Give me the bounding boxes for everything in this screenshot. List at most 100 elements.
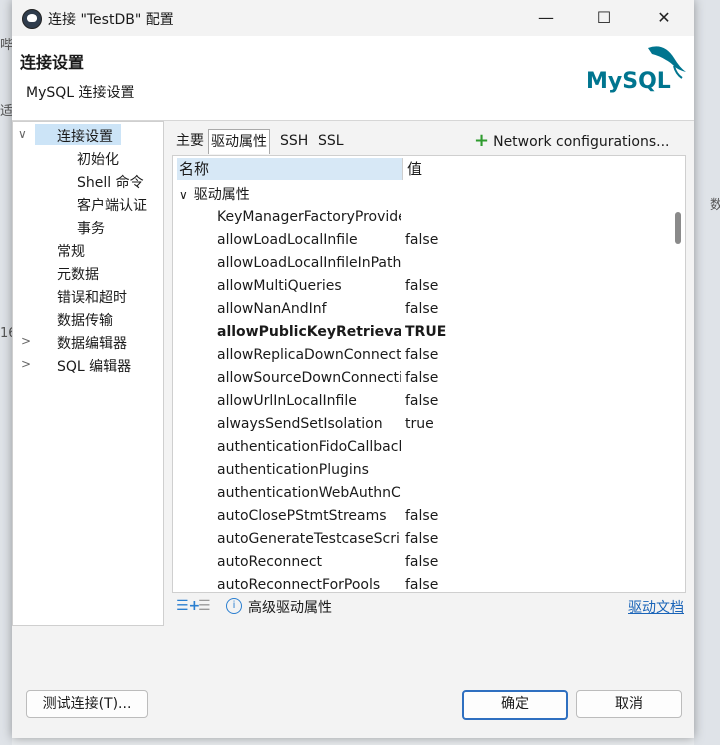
tab-ssl[interactable]: SSL	[316, 129, 346, 153]
background-fragment-4: 数	[710, 198, 720, 213]
test-connection-button[interactable]: 测试连接(T)...	[26, 690, 148, 718]
plus-icon: +	[474, 130, 490, 151]
page-title: 连接设置	[20, 53, 85, 72]
property-group[interactable]: ∨ 驱动属性	[179, 184, 250, 206]
page-header: 连接设置 MySQL 连接设置 MySQL	[12, 36, 694, 121]
property-value[interactable]: false	[405, 229, 438, 252]
tree-item-metadata[interactable]: 元数据	[57, 264, 99, 284]
property-value[interactable]: false	[405, 574, 438, 592]
table-row[interactable]: allowSourceDownConnectionsfalse	[173, 367, 663, 390]
property-name: allowSourceDownConnections	[217, 370, 401, 386]
window-title: 连接 "TestDB" 配置	[48, 12, 174, 28]
network-configurations-button[interactable]: + Network configurations...	[474, 129, 670, 153]
property-value[interactable]: false	[405, 551, 438, 574]
tree-item-sql-editor[interactable]: SQL 编辑器	[57, 356, 131, 376]
dbeaver-app-icon	[22, 9, 42, 29]
tree-item-transactions[interactable]: 事务	[77, 218, 105, 238]
property-name: authenticationPlugins	[217, 462, 369, 478]
property-value[interactable]: false	[405, 298, 438, 321]
minimize-button[interactable]: —	[526, 4, 566, 32]
tree-item-client-auth[interactable]: 客户端认证	[77, 195, 147, 215]
property-group-label: 驱动属性	[193, 187, 250, 203]
page-subtitle: MySQL 连接设置	[26, 85, 135, 101]
table-row[interactable]: autoReconnectForPools false	[173, 574, 663, 593]
property-value[interactable]: false	[405, 275, 438, 298]
property-name: allowLoadLocalInfileInPath	[217, 255, 401, 271]
property-name: autoClosePStmtStreams	[217, 508, 387, 524]
table-row[interactable]: allowUrlInLocalInfile false	[173, 390, 663, 413]
vertical-scrollbar-thumb[interactable]	[675, 212, 681, 244]
tree-item-errors-timeouts[interactable]: 错误和超时	[57, 287, 127, 307]
property-value[interactable]: false	[405, 344, 438, 367]
table-row[interactable]: allowReplicaDownConnectionsfalse	[173, 344, 663, 367]
property-value[interactable]: false	[405, 390, 438, 413]
property-name: autoReconnectForPools	[217, 577, 381, 593]
table-row[interactable]: autoClosePStmtStreams false	[173, 505, 663, 528]
property-name: authenticationWebAuthnCallbackHandler	[217, 485, 401, 501]
network-configurations-label: Network configurations...	[493, 134, 670, 150]
expand-arrow-sql-editor[interactable]: >	[21, 357, 31, 371]
table-row[interactable]: allowLoadLocalInfileInPath	[173, 252, 663, 275]
cancel-button[interactable]: 取消	[576, 690, 682, 718]
table-row[interactable]: KeyManagerFactoryProvider	[173, 206, 663, 229]
info-icon: i	[226, 598, 242, 614]
settings-tree: ∨ 连接设置 初始化 Shell 命令 客户端认证 事务 常规 元数据 错误和超…	[12, 121, 164, 626]
property-name: KeyManagerFactoryProvider	[217, 209, 401, 225]
title-bar: 连接 "TestDB" 配置 — ☐ ✕	[12, 0, 694, 36]
table-row[interactable]: allowPublicKeyRetrieval TRUE	[173, 321, 663, 344]
column-divider[interactable]	[402, 158, 403, 180]
tree-item-data-transfer[interactable]: 数据传输	[57, 310, 113, 330]
property-name: allowPublicKeyRetrieval	[217, 324, 401, 340]
ok-button[interactable]: 确定	[462, 690, 568, 720]
property-name: allowNanAndInf	[217, 301, 327, 317]
property-value[interactable]: true	[405, 413, 434, 436]
expand-arrow-data-editor[interactable]: >	[21, 334, 31, 348]
property-value[interactable]: false	[405, 505, 438, 528]
tree-item-data-editor[interactable]: 数据编辑器	[57, 333, 127, 353]
table-row[interactable]: allowNanAndInf false	[173, 298, 663, 321]
property-name: authenticationFidoCallbackHandler	[217, 439, 401, 455]
column-header-name[interactable]: 名称	[177, 158, 403, 180]
mysql-logo-icon: MySQL	[586, 46, 686, 94]
tree-item-init[interactable]: 初始化	[77, 149, 119, 169]
tree-item-shell-commands[interactable]: Shell 命令	[77, 172, 144, 192]
property-name: allowReplicaDownConnections	[217, 347, 401, 363]
connection-config-dialog: 连接 "TestDB" 配置 — ☐ ✕ 连接设置 MySQL 连接设置 MyS…	[12, 0, 694, 738]
column-header-value[interactable]: 值	[405, 158, 527, 180]
property-value[interactable]: TRUE	[405, 321, 446, 344]
maximize-button[interactable]: ☐	[584, 4, 624, 32]
expand-all-icon[interactable]: ☰+	[176, 598, 200, 614]
tab-driver-properties[interactable]: 驱动属性	[208, 129, 270, 154]
property-name: autoReconnect	[217, 554, 323, 570]
property-value[interactable]: false	[405, 528, 438, 551]
background-right-strip	[694, 0, 720, 745]
driver-docs-link[interactable]: 驱动文档	[628, 597, 684, 617]
table-row[interactable]: allowLoadLocalInfile false	[173, 229, 663, 252]
mysql-logo-text: MySQL	[586, 69, 671, 94]
table-row[interactable]: allowMultiQueries false	[173, 275, 663, 298]
settings-panel: 主要 驱动属性 SSH SSL + Network configurations.…	[164, 121, 692, 624]
property-name: allowUrlInLocalInfile	[217, 393, 357, 409]
table-row[interactable]: authenticationFidoCallbackHandler	[173, 436, 663, 459]
property-name: allowMultiQueries	[217, 278, 342, 294]
property-name: alwaysSendSetIsolation	[217, 416, 383, 432]
table-row[interactable]: alwaysSendSetIsolation true	[173, 413, 663, 436]
property-name: autoGenerateTestcaseScript	[217, 531, 401, 547]
table-footer: ☰+ ☰ i 高级驱动属性 驱动文档	[172, 595, 684, 617]
tab-ssh[interactable]: SSH	[278, 129, 310, 153]
tab-main[interactable]: 主要	[174, 129, 206, 153]
table-row[interactable]: autoReconnect false	[173, 551, 663, 574]
table-row[interactable]: authenticationWebAuthnCallbackHandler	[173, 482, 663, 505]
tree-item-connection-settings[interactable]: 连接设置	[57, 126, 113, 146]
table-row[interactable]: authenticationPlugins	[173, 459, 663, 482]
driver-properties-table: 名称 值 ∨ 驱动属性 KeyManagerFactoryProvider all…	[172, 155, 686, 593]
chevron-down-icon: ∨	[179, 188, 188, 202]
property-value[interactable]: false	[405, 367, 438, 390]
property-name: allowLoadLocalInfile	[217, 232, 358, 248]
collapse-all-icon[interactable]: ☰	[198, 598, 211, 614]
tree-item-general[interactable]: 常规	[57, 241, 85, 261]
advanced-driver-properties-label[interactable]: 高级驱动属性	[248, 597, 332, 617]
expand-arrow-connection-settings[interactable]: ∨	[18, 127, 27, 141]
table-row[interactable]: autoGenerateTestcaseScript false	[173, 528, 663, 551]
close-button[interactable]: ✕	[644, 4, 684, 32]
